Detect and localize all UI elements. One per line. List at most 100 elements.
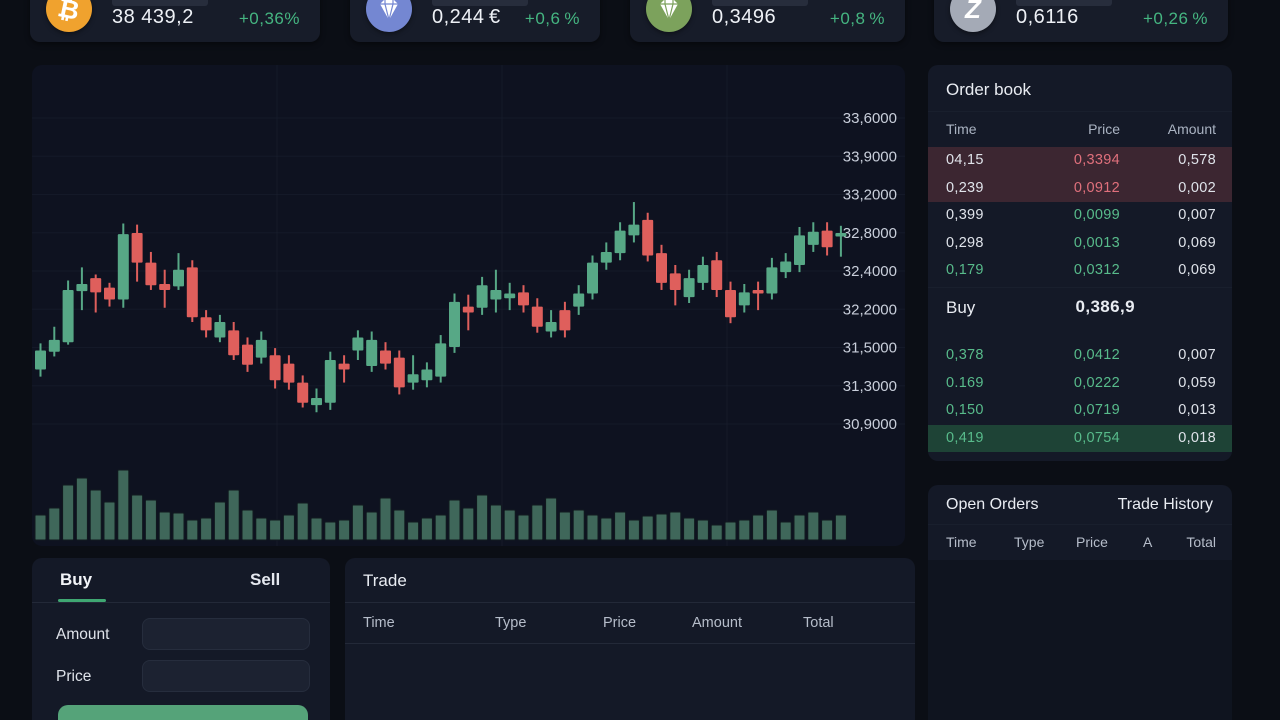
- order-amount: 0,069: [1178, 262, 1216, 278]
- y-axis-label: 32,4000: [843, 263, 897, 280]
- order-price: 0,0719: [1074, 402, 1120, 418]
- order-amount: 0,018: [1178, 430, 1216, 446]
- order-book-row[interactable]: 0,419 0,0754 0,018: [928, 425, 1232, 453]
- column-header-type: Type: [1014, 534, 1044, 550]
- y-axis-label: 32,8000: [843, 225, 897, 242]
- order-price: 0,0412: [1074, 347, 1120, 363]
- column-header-amount: Amount: [692, 615, 742, 631]
- y-axis-label: 30,9000: [843, 416, 897, 433]
- order-book-panel: Order book Time Price Amount 04,15 0,3394…: [928, 65, 1232, 461]
- submit-buy-button[interactable]: [58, 705, 308, 720]
- order-book-buy-rows: 0,3780,04120,0070.1690,02220,0590,1500,0…: [928, 342, 1232, 452]
- tab-sell[interactable]: Sell: [250, 570, 280, 590]
- divider: [345, 643, 915, 644]
- ticker-price: 0,3496: [712, 6, 776, 29]
- order-book-sell-rows: 04,15 0,3394 0,578 0,239 0,0912 0,002 0,399 0,0…: [928, 147, 1232, 285]
- order-book-buy-header: Buy 0,386,9: [928, 293, 1232, 327]
- column-header-amount: A: [1143, 534, 1152, 550]
- column-header-time: Time: [363, 615, 395, 631]
- tab-trade-history[interactable]: Trade History: [1118, 496, 1213, 514]
- ticker-card[interactable]: ₿38 439,2+0,36%: [30, 0, 320, 42]
- ticker-change: +0,8 %: [830, 9, 885, 29]
- price-input[interactable]: [142, 660, 310, 692]
- y-axis-label: 33,9000: [843, 148, 897, 165]
- bitcoin-icon: ₿: [46, 0, 92, 32]
- order-amount: 0,013: [1178, 402, 1216, 418]
- order-time: 0,399: [946, 207, 984, 223]
- order-price: 0,0099: [1074, 207, 1120, 223]
- order-book-row[interactable]: 0,150 0,0719 0,013: [928, 397, 1232, 425]
- open-orders-header: Time Type Price A Total: [928, 524, 1232, 560]
- order-time: 0,179: [946, 262, 984, 278]
- column-header-amount: Amount: [1168, 121, 1216, 137]
- column-header-price: Price: [1076, 534, 1108, 550]
- buy-side-label: Buy: [946, 298, 975, 318]
- order-amount: 0,002: [1178, 180, 1216, 196]
- buy-sell-panel: Buy Sell Amount Price: [32, 558, 330, 720]
- ticker-card[interactable]: Z 0,6116 +0,26 %: [934, 0, 1228, 42]
- divider: [32, 602, 330, 603]
- ticker-card[interactable]: 0,3496 +0,8 %: [630, 0, 905, 42]
- gem-green-icon: [646, 0, 692, 32]
- y-axis-label: 32,2000: [843, 301, 897, 318]
- order-book-row[interactable]: 0,179 0,0312 0,069: [928, 257, 1232, 285]
- order-book-row[interactable]: 0,298 0,0013 0,069: [928, 230, 1232, 258]
- order-book-title: Order book: [946, 80, 1031, 100]
- column-header-time: Time: [946, 534, 977, 550]
- order-price: 0,0013: [1074, 235, 1120, 251]
- ticker-price: 38 439,2: [112, 6, 194, 29]
- order-price: 0,0754: [1074, 430, 1120, 446]
- ticker-price: 0,244 €: [432, 6, 501, 29]
- trade-panel: Trade Time Type Price Amount Total: [345, 558, 915, 720]
- y-axis-label: 31,5000: [843, 340, 897, 357]
- tab-open-orders[interactable]: Open Orders: [946, 496, 1038, 514]
- order-book-row[interactable]: 0.169 0,0222 0,059: [928, 370, 1232, 398]
- order-price: 0,3394: [1074, 152, 1120, 168]
- order-price: 0,0912: [1074, 180, 1120, 196]
- ticker-change: +0,6 %: [525, 9, 580, 29]
- candlestick-chart[interactable]: 33,6000 33,9000 33,2000 32,8000 32,4000 32,20…: [32, 65, 905, 546]
- ticker-price: 0,6116: [1016, 6, 1079, 29]
- order-amount: 0,059: [1178, 375, 1216, 391]
- y-axis-label: 31,3000: [843, 378, 897, 395]
- ticker-change: +0,26 %: [1143, 9, 1208, 29]
- order-time: 0,150: [946, 402, 984, 418]
- order-amount: 0,007: [1178, 347, 1216, 363]
- best-buy-price: 0,386,9: [1075, 297, 1135, 317]
- order-amount: 0,578: [1178, 152, 1216, 168]
- column-header-price: Price: [1088, 121, 1120, 137]
- divider: [928, 287, 1232, 288]
- column-header-total: Total: [803, 615, 834, 631]
- price-chart-panel: 33,6000 33,9000 33,2000 32,8000 32,4000 32,20…: [32, 65, 905, 546]
- column-header-time: Time: [946, 121, 977, 137]
- y-axis-label: 33,6000: [843, 110, 897, 127]
- order-time: 0,419: [946, 430, 984, 446]
- column-header-price: Price: [603, 615, 636, 631]
- open-orders-panel: Open Orders Trade History Time Type Pric…: [928, 485, 1232, 720]
- order-price: 0,0312: [1074, 262, 1120, 278]
- order-book-row[interactable]: 04,15 0,3394 0,578: [928, 147, 1232, 175]
- amount-input[interactable]: [142, 618, 310, 650]
- order-time: 0.169: [946, 375, 984, 391]
- z-coin-icon: Z: [950, 0, 996, 32]
- y-axis-label: 33,2000: [843, 187, 897, 204]
- gem-blue-icon: [366, 0, 412, 32]
- order-time: 0,239: [946, 180, 984, 196]
- column-header-type: Type: [495, 615, 526, 631]
- tab-buy[interactable]: Buy: [60, 570, 92, 590]
- ticker-card[interactable]: 0,244 € +0,6 %: [350, 0, 600, 42]
- order-book-row[interactable]: 0,3780,04120,007: [928, 342, 1232, 370]
- order-amount: 0,007: [1178, 207, 1216, 223]
- order-book-row[interactable]: 0,399 0,0099 0,007: [928, 202, 1232, 230]
- price-label: Price: [56, 668, 91, 686]
- trade-title: Trade: [363, 571, 407, 591]
- order-book-header: Time Price Amount: [928, 112, 1232, 145]
- amount-label: Amount: [56, 626, 109, 644]
- order-time: 04,15: [946, 152, 984, 168]
- order-book-row[interactable]: 0,239 0,0912 0,002: [928, 175, 1232, 203]
- open-orders-empty-body: [928, 560, 1232, 720]
- order-amount: 0,069: [1178, 235, 1216, 251]
- order-price: 0,0222: [1074, 375, 1120, 391]
- trade-header: Time Type Price Amount Total: [345, 603, 915, 643]
- order-time: 0,298: [946, 235, 984, 251]
